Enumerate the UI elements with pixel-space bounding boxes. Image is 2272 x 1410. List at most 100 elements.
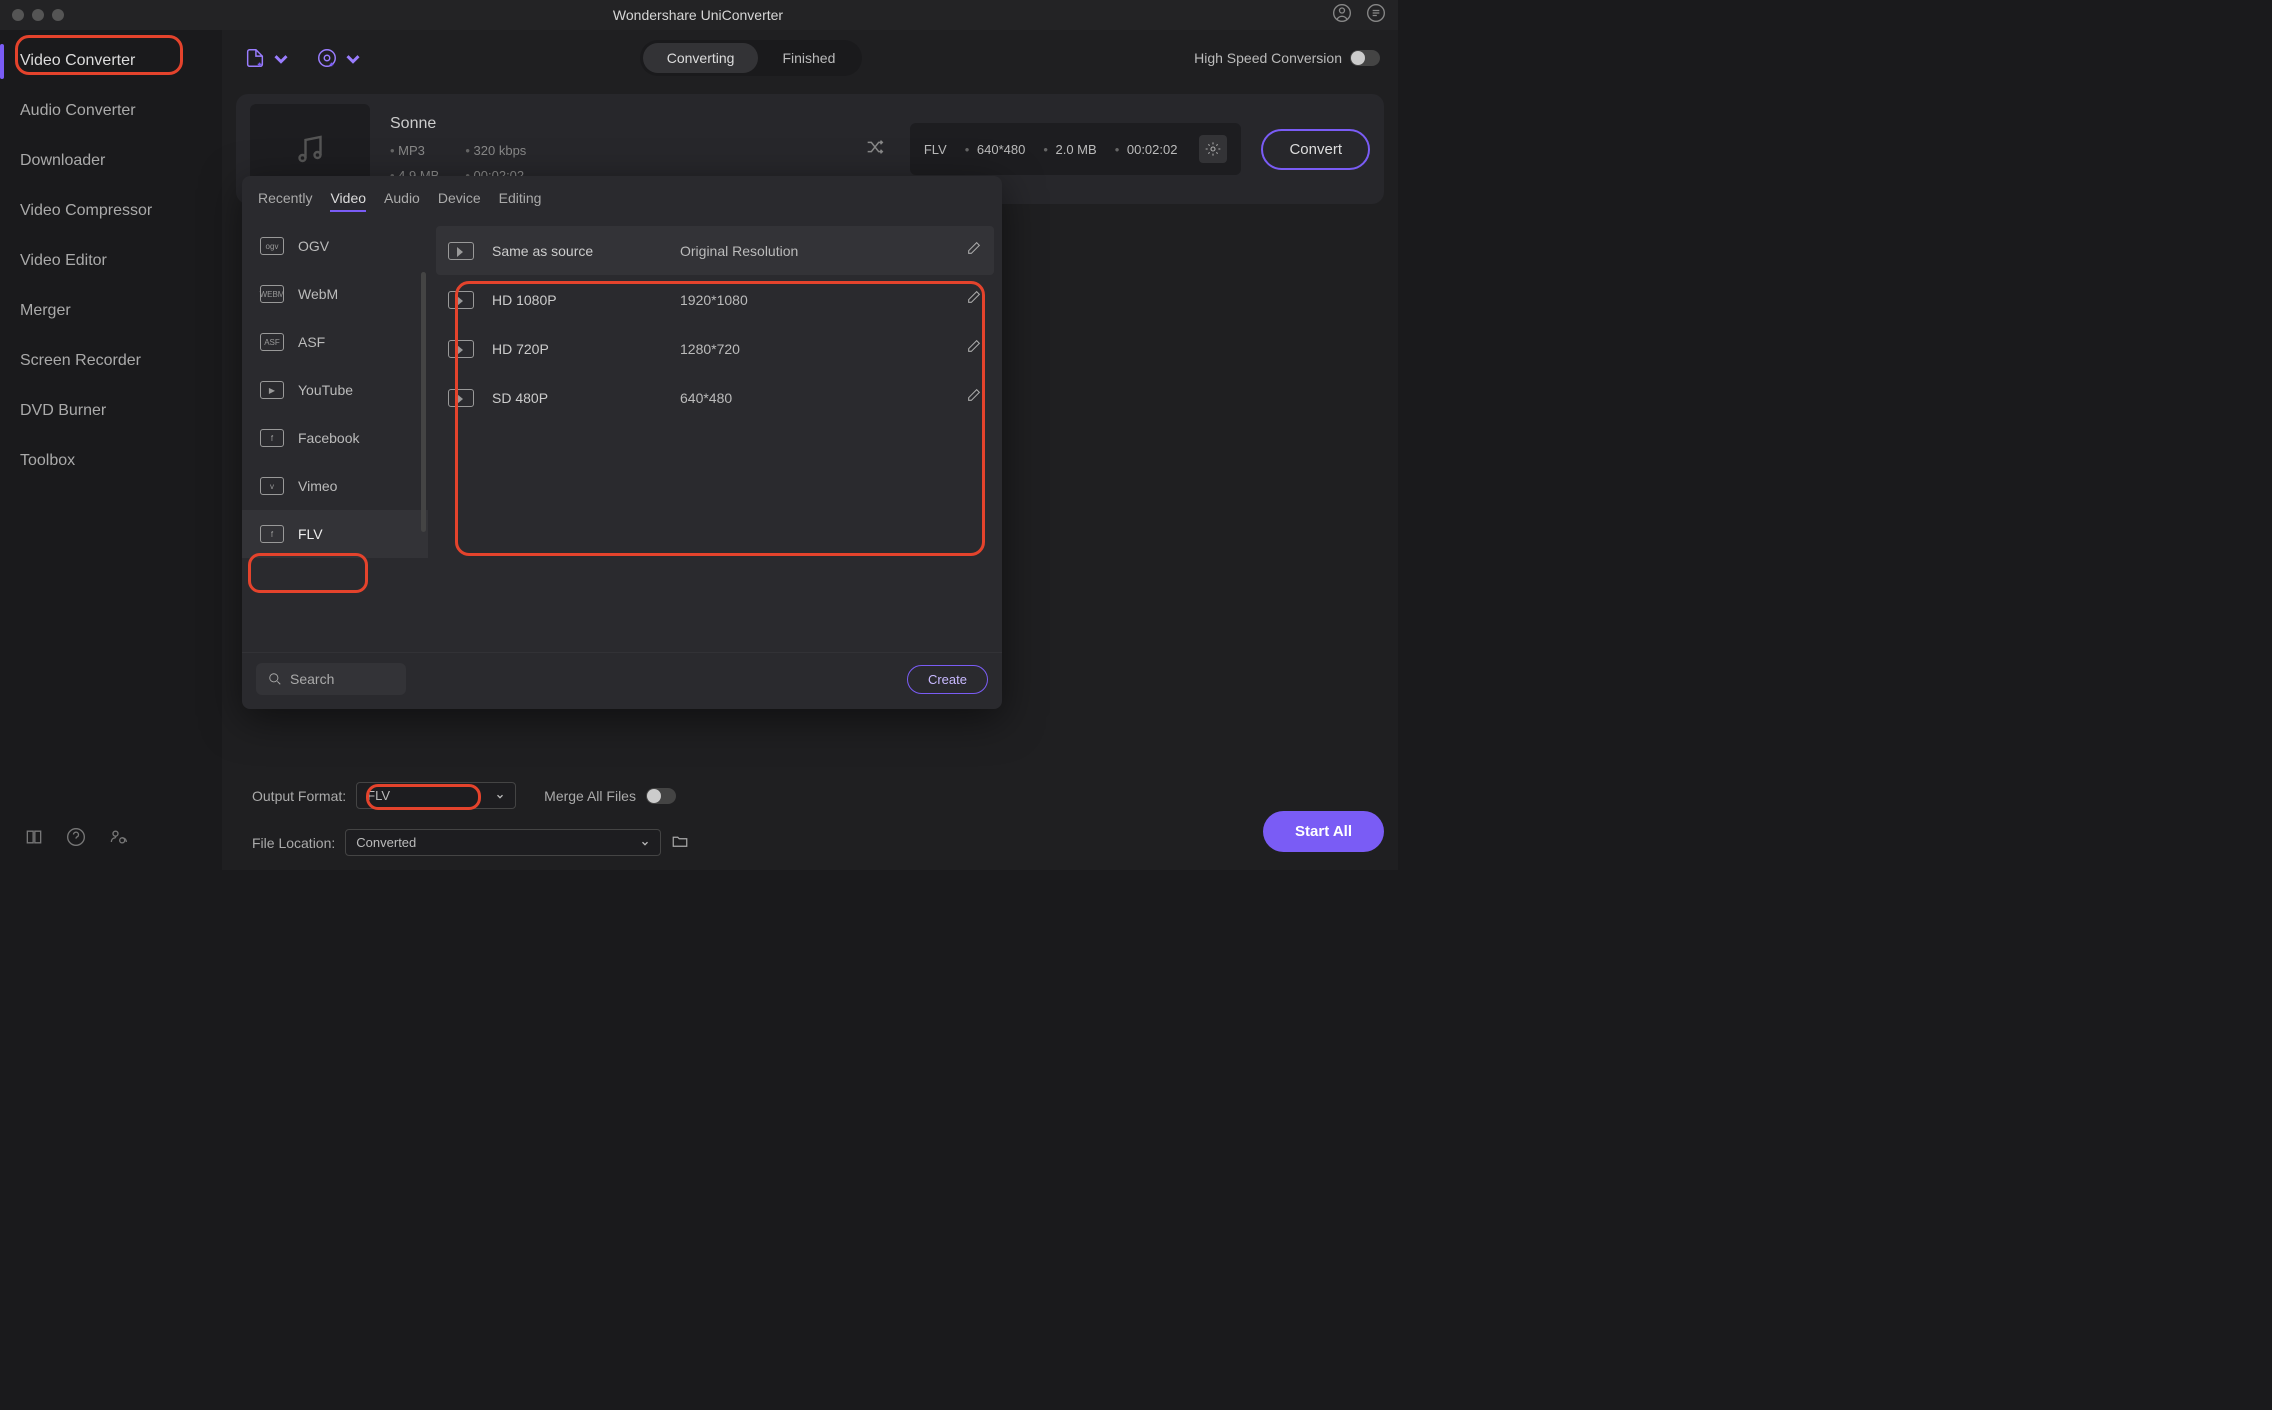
output-format-select[interactable]: FLV xyxy=(356,782,516,809)
add-file-button[interactable] xyxy=(240,43,296,73)
tab-converting[interactable]: Converting xyxy=(643,43,759,73)
file-location-select[interactable]: Converted xyxy=(345,829,661,856)
format-dropdown: Recently Video Audio Device Editing ogvO… xyxy=(242,176,1002,709)
dp-tab-label: Audio xyxy=(384,190,420,206)
format-scrollbar[interactable] xyxy=(421,272,426,532)
high-speed-toggle[interactable] xyxy=(1350,50,1380,66)
sidebar-item-label: Downloader xyxy=(20,152,105,169)
vimeo-icon: v xyxy=(260,477,284,495)
format-item-ogv[interactable]: ogvOGV xyxy=(242,222,428,270)
edit-icon[interactable] xyxy=(966,387,982,408)
sidebar-item-merger[interactable]: Merger xyxy=(0,286,222,336)
sidebar-item-video-converter[interactable]: Video Converter xyxy=(0,36,222,86)
dp-tab-video[interactable]: Video xyxy=(330,186,366,212)
sidebar: Video Converter Audio Converter Download… xyxy=(0,30,222,870)
resolution-value: Original Resolution xyxy=(680,243,948,259)
create-button-label: Create xyxy=(928,672,967,687)
create-button[interactable]: Create xyxy=(907,665,988,694)
resolution-row-1080p[interactable]: HD 1080P 1920*1080 xyxy=(436,275,994,324)
output-duration: 00:02:02 xyxy=(1115,142,1178,157)
format-label: ASF xyxy=(298,334,325,350)
resolution-label: Same as source xyxy=(492,243,662,259)
shuffle-icon xyxy=(860,136,890,163)
add-disc-button[interactable] xyxy=(312,43,368,73)
resolution-list: Same as source Original Resolution HD 10… xyxy=(428,222,1002,652)
sidebar-item-toolbox[interactable]: Toolbox xyxy=(0,436,222,486)
tab-label: Converting xyxy=(667,50,735,66)
sidebar-item-label: Merger xyxy=(20,302,71,319)
user-icon[interactable] xyxy=(1332,3,1352,28)
sidebar-item-label: Toolbox xyxy=(20,452,75,469)
tab-finished[interactable]: Finished xyxy=(758,43,859,73)
dp-tab-audio[interactable]: Audio xyxy=(384,186,420,212)
merge-toggle[interactable] xyxy=(646,788,676,804)
search-placeholder: Search xyxy=(290,671,334,687)
video-icon xyxy=(448,291,474,309)
format-item-vimeo[interactable]: v Vimeo xyxy=(242,462,428,510)
output-size: 2.0 MB xyxy=(1043,142,1096,157)
share-icon[interactable] xyxy=(108,827,128,852)
format-icon: WEBM xyxy=(260,285,284,303)
sidebar-item-downloader[interactable]: Downloader xyxy=(0,136,222,186)
resolution-row-source[interactable]: Same as source Original Resolution xyxy=(436,226,994,275)
help-icon[interactable] xyxy=(66,827,86,852)
format-search-input[interactable]: Search xyxy=(256,663,406,695)
file-bitrate: 320 kbps xyxy=(465,143,526,158)
resolution-value: 1920*1080 xyxy=(680,292,948,308)
app-title: Wondershare UniConverter xyxy=(64,7,1332,23)
format-label: Vimeo xyxy=(298,478,337,494)
format-icon: ogv xyxy=(260,237,284,255)
gear-icon[interactable] xyxy=(1199,135,1227,163)
sidebar-item-label: Screen Recorder xyxy=(20,352,141,369)
convert-button[interactable]: Convert xyxy=(1261,129,1370,170)
window-close[interactable] xyxy=(12,9,24,21)
format-label: Facebook xyxy=(298,430,359,446)
format-item-flv[interactable]: fFLV xyxy=(242,510,428,558)
resolution-label: HD 720P xyxy=(492,341,662,357)
output-format-value: FLV xyxy=(367,788,390,803)
status-tabs: Converting Finished xyxy=(640,40,863,76)
sidebar-item-label: Video Editor xyxy=(20,252,107,269)
dp-tab-device[interactable]: Device xyxy=(438,186,481,212)
dp-tab-recently[interactable]: Recently xyxy=(258,186,312,212)
output-format: FLV xyxy=(924,142,947,157)
edit-icon[interactable] xyxy=(966,289,982,310)
output-format-label: Output Format: xyxy=(252,788,346,804)
resolution-value: 1280*720 xyxy=(680,341,948,357)
video-icon xyxy=(448,340,474,358)
resolution-label: SD 480P xyxy=(492,390,662,406)
sidebar-item-audio-converter[interactable]: Audio Converter xyxy=(0,86,222,136)
resolution-row-480p[interactable]: SD 480P 640*480 xyxy=(436,373,994,422)
resolution-value: 640*480 xyxy=(680,390,948,406)
dp-tab-editing[interactable]: Editing xyxy=(499,186,542,212)
titlebar: Wondershare UniConverter xyxy=(0,0,1398,30)
merge-label: Merge All Files xyxy=(544,788,636,804)
file-location-label: File Location: xyxy=(252,835,335,851)
guide-icon[interactable] xyxy=(24,827,44,852)
format-item-asf[interactable]: ASFASF xyxy=(242,318,428,366)
format-label: FLV xyxy=(298,526,323,542)
high-speed-label: High Speed Conversion xyxy=(1194,50,1342,66)
format-item-youtube[interactable]: ▶YouTube xyxy=(242,366,428,414)
sidebar-item-dvd-burner[interactable]: DVD Burner xyxy=(0,386,222,436)
start-all-button[interactable]: Start All xyxy=(1263,811,1384,852)
window-maximize[interactable] xyxy=(52,9,64,21)
resolution-label: HD 1080P xyxy=(492,292,662,308)
start-all-label: Start All xyxy=(1295,823,1352,840)
main-panel: Converting Finished High Speed Conversio… xyxy=(222,30,1398,870)
sidebar-item-video-compressor[interactable]: Video Compressor xyxy=(0,186,222,236)
resolution-row-720p[interactable]: HD 720P 1280*720 xyxy=(436,324,994,373)
feedback-icon[interactable] xyxy=(1366,3,1386,28)
sidebar-item-screen-recorder[interactable]: Screen Recorder xyxy=(0,336,222,386)
format-item-facebook[interactable]: fFacebook xyxy=(242,414,428,462)
format-item-webm[interactable]: WEBMWebM xyxy=(242,270,428,318)
output-settings[interactable]: FLV 640*480 2.0 MB 00:02:02 xyxy=(910,123,1242,175)
format-list: ogvOGV WEBMWebM ASFASF ▶YouTube fFaceboo… xyxy=(242,222,428,652)
window-minimize[interactable] xyxy=(32,9,44,21)
open-folder-icon[interactable] xyxy=(671,832,689,853)
search-icon xyxy=(268,672,282,686)
dp-tab-label: Video xyxy=(330,190,366,206)
sidebar-item-video-editor[interactable]: Video Editor xyxy=(0,236,222,286)
edit-icon[interactable] xyxy=(966,338,982,359)
edit-icon[interactable] xyxy=(966,240,982,261)
